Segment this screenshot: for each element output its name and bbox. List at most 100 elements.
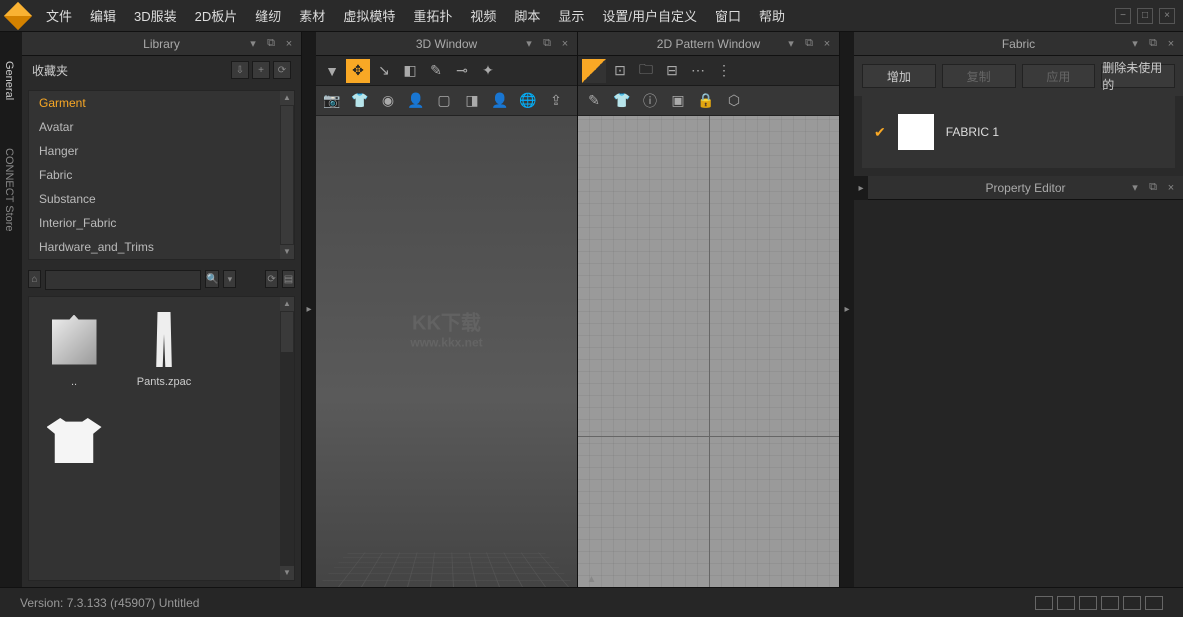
tab-connect-store[interactable]: CONNECT Store <box>0 139 22 241</box>
add-fabric-button[interactable]: 增加 <box>862 64 936 88</box>
close-button[interactable]: × <box>1159 8 1175 24</box>
menu-material[interactable]: 素材 <box>299 6 325 25</box>
category-avatar[interactable]: Avatar <box>29 115 294 139</box>
scroll-up-icon[interactable]: ▲ <box>280 297 294 311</box>
camera-icon[interactable]: 📷 <box>320 89 344 113</box>
tab-general[interactable]: General <box>0 52 22 109</box>
layout-4-button[interactable] <box>1101 596 1119 610</box>
show-garment-icon[interactable]: 👕 <box>610 89 634 113</box>
thumb-parent-folder[interactable]: .. <box>39 307 109 388</box>
menu-window[interactable]: 窗口 <box>715 6 741 25</box>
category-substance[interactable]: Substance <box>29 187 294 211</box>
category-hanger[interactable]: Hanger <box>29 139 294 163</box>
close-panel-icon[interactable]: × <box>557 36 573 52</box>
menu-file[interactable]: 文件 <box>46 6 72 25</box>
dropdown-icon[interactable]: ▾ <box>1127 36 1143 52</box>
dropdown-icon[interactable]: ▾ <box>245 36 261 52</box>
category-interior-fabric[interactable]: Interior_Fabric <box>29 211 294 235</box>
measure-icon[interactable]: ⊸ <box>450 59 474 83</box>
fabric-swatch[interactable] <box>898 114 934 150</box>
home-icon[interactable]: ⌂ <box>28 270 41 288</box>
download-icon[interactable]: ⇩ <box>231 61 249 79</box>
menu-3d-garment[interactable]: 3D服装 <box>134 6 177 25</box>
dropdown-icon[interactable]: ▾ <box>783 36 799 52</box>
view-mode-icon[interactable]: ▤ <box>282 270 295 288</box>
wand-icon[interactable]: ✎ <box>582 89 606 113</box>
pin-icon[interactable]: ↘ <box>372 59 396 83</box>
edit-pattern-icon[interactable] <box>582 59 606 83</box>
thumbs-scrollbar[interactable]: ▲ ▼ <box>280 297 294 580</box>
export-icon[interactable]: ⇪ <box>544 89 568 113</box>
layer-icon[interactable]: ▣ <box>666 89 690 113</box>
menu-edit[interactable]: 编辑 <box>90 6 116 25</box>
search-input[interactable] <box>45 270 201 290</box>
menu-sewing[interactable]: 缝纫 <box>255 6 281 25</box>
menu-settings[interactable]: 设置/用户自定义 <box>602 6 697 25</box>
close-panel-icon[interactable]: × <box>1163 36 1179 52</box>
scroll-down-icon[interactable]: ▼ <box>280 245 294 259</box>
layout-3-button[interactable] <box>1079 596 1097 610</box>
scroll-thumb[interactable] <box>281 312 293 352</box>
menu-script[interactable]: 脚本 <box>514 6 540 25</box>
edit-icon[interactable]: ✎ <box>424 59 448 83</box>
transform-icon[interactable]: ⊡ <box>608 59 632 83</box>
add-icon[interactable]: + <box>252 61 270 79</box>
menu-help[interactable]: 帮助 <box>759 6 785 25</box>
close-panel-icon[interactable]: × <box>819 36 835 52</box>
search-dropdown-icon[interactable]: ▾ <box>223 270 236 288</box>
popout-icon[interactable]: ⧉ <box>1145 180 1161 196</box>
more-icon[interactable]: ⋮ <box>712 59 736 83</box>
thick-icon[interactable]: ◨ <box>460 89 484 113</box>
arrange-icon[interactable]: ◧ <box>398 59 422 83</box>
layout-6-button[interactable] <box>1145 596 1163 610</box>
info-icon[interactable]: ⓘ <box>638 89 662 113</box>
surface-icon[interactable]: ◉ <box>376 89 400 113</box>
menu-avatar[interactable]: 虚拟模特 <box>343 6 395 25</box>
scroll-thumb[interactable] <box>281 106 293 244</box>
menu-retopo[interactable]: 重拓扑 <box>413 6 452 25</box>
lock-icon[interactable]: 🔒 <box>694 89 718 113</box>
dock-arrow-left[interactable]: ▸ <box>302 32 316 587</box>
popout-icon[interactable]: ⧉ <box>263 36 279 52</box>
popout-icon[interactable]: ⧉ <box>539 36 555 52</box>
layout-2-button[interactable] <box>1057 596 1075 610</box>
dock-arrow-right[interactable]: ▸ <box>840 32 854 587</box>
scroll-up-icon[interactable]: ▲ <box>280 91 294 105</box>
gizmo-icon[interactable]: ✦ <box>476 59 500 83</box>
scroll-down-icon[interactable]: ▼ <box>280 566 294 580</box>
refresh-icon[interactable]: ⟳ <box>273 61 291 79</box>
delete-unused-button[interactable]: 删除未使用的 <box>1101 64 1175 88</box>
dropdown-icon[interactable]: ▾ <box>1127 180 1143 196</box>
menu-2d-pattern[interactable]: 2D板片 <box>195 6 238 25</box>
thumb-tshirt[interactable] <box>39 408 109 477</box>
layout-5-button[interactable] <box>1123 596 1141 610</box>
dock-arrow-property[interactable]: ▸ <box>854 176 868 200</box>
apply-fabric-button[interactable]: 应用 <box>1022 64 1096 88</box>
thumb-pants[interactable]: Pants.zpac <box>129 307 199 388</box>
head-icon[interactable]: 👤 <box>488 89 512 113</box>
menu-display[interactable]: 显示 <box>558 6 584 25</box>
fabric-name[interactable]: FABRIC 1 <box>946 125 999 139</box>
category-hardware-trims[interactable]: Hardware_and_Trims <box>29 235 294 259</box>
close-panel-icon[interactable]: × <box>281 36 297 52</box>
popout-icon[interactable]: ⧉ <box>1145 36 1161 52</box>
category-garment[interactable]: Garment <box>29 91 294 115</box>
3d-viewport[interactable]: KK下载 www.kkx.net <box>316 116 577 587</box>
bottom-expand-icon[interactable]: ▲ <box>587 574 597 585</box>
texture-icon[interactable]: ▢ <box>432 89 456 113</box>
popout-icon[interactable]: ⧉ <box>801 36 817 52</box>
copy-fabric-button[interactable]: 复制 <box>942 64 1016 88</box>
folder-icon[interactable]: 🗀 <box>634 59 658 83</box>
dropdown-icon[interactable]: ▾ <box>521 36 537 52</box>
garment-icon[interactable]: 👕 <box>348 89 372 113</box>
trace-icon[interactable]: ⊟ <box>660 59 684 83</box>
close-panel-icon[interactable]: × <box>1163 180 1179 196</box>
maximize-button[interactable]: □ <box>1137 8 1153 24</box>
basket-icon[interactable]: ⬡ <box>722 89 746 113</box>
simulate-icon[interactable]: ▼ <box>320 59 344 83</box>
globe-icon[interactable]: 🌐 <box>516 89 540 113</box>
avatar-icon[interactable]: 👤 <box>404 89 428 113</box>
sewing-icon[interactable]: ⋯ <box>686 59 710 83</box>
category-fabric[interactable]: Fabric <box>29 163 294 187</box>
minimize-button[interactable]: − <box>1115 8 1131 24</box>
